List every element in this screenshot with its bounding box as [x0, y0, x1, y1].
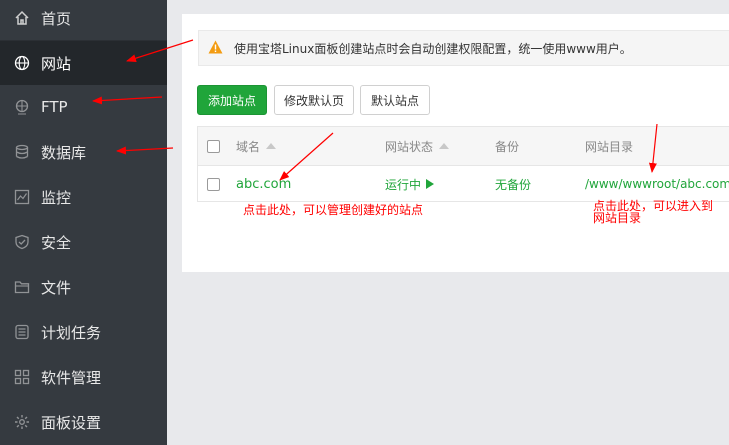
shield-icon [13, 233, 31, 251]
gear-icon [13, 413, 31, 431]
site-table: 域名 网站状态 备份 网站目录 abc.com 运行中 无备份 /www/www… [197, 126, 729, 202]
folder-icon [13, 278, 31, 296]
site-domain-link[interactable]: abc.com [236, 165, 291, 203]
sort-asc-icon [266, 143, 277, 149]
row-checkbox[interactable] [207, 165, 220, 203]
annotation-manage-site: 点击此处，可以管理创建好的站点 [243, 203, 424, 217]
site-status-toggle[interactable]: 运行中 [385, 165, 435, 203]
edit-default-page-button[interactable]: 修改默认页 [274, 85, 354, 115]
apps-grid-icon [13, 368, 31, 386]
site-status-text: 运行中 [385, 177, 422, 192]
table-header: 域名 网站状态 备份 网站目录 [198, 127, 729, 166]
sidebar-item-settings[interactable]: 面板设置 [0, 400, 167, 444]
sidebar-item-label: 网站 [41, 54, 72, 73]
site-backup-link[interactable]: 无备份 [495, 165, 531, 203]
status-column-header[interactable]: 网站状态 [385, 127, 450, 165]
site-panel: 使用宝塔Linux面板创建站点时会自动创建权限配置，统一使用www用户。 添加站… [182, 14, 729, 272]
sidebar-item-cron[interactable]: 计划任务 [0, 310, 167, 354]
site-root-link[interactable]: /www/wwwroot/abc.com [585, 165, 729, 203]
warning-icon [208, 40, 223, 57]
sidebar-item-website[interactable]: 网站 [0, 41, 167, 85]
root-column-header: 网站目录 [585, 139, 634, 154]
sidebar-item-software[interactable]: 软件管理 [0, 355, 167, 399]
task-list-icon [13, 323, 31, 341]
status-header-label: 网站状态 [385, 139, 434, 154]
add-site-button[interactable]: 添加站点 [197, 85, 267, 115]
database-icon [13, 143, 31, 161]
sidebar-item-label: 计划任务 [41, 323, 102, 342]
select-all-checkbox[interactable] [207, 127, 220, 165]
sidebar-item-home[interactable]: 首页 [0, 0, 167, 40]
sidebar-item-ftp[interactable]: FTP [0, 85, 167, 129]
sidebar-item-files[interactable]: 文件 [0, 265, 167, 309]
monitor-chart-icon [13, 188, 31, 206]
sort-asc-icon [439, 143, 450, 149]
home-icon [13, 9, 31, 27]
table-row: abc.com 运行中 无备份 /www/wwwroot/abc.com [198, 165, 729, 203]
permission-notice: 使用宝塔Linux面板创建站点时会自动创建权限配置，统一使用www用户。 [198, 30, 729, 66]
sidebar-item-label: 软件管理 [41, 368, 102, 387]
sidebar-item-monitor[interactable]: 监控 [0, 175, 167, 219]
sidebar-item-label: 数据库 [41, 143, 87, 162]
backup-column-header: 备份 [495, 139, 520, 154]
default-site-button[interactable]: 默认站点 [360, 85, 430, 115]
sidebar-item-label: FTP [41, 98, 68, 116]
domain-header-label: 域名 [236, 139, 261, 154]
annotation-open-dir-line2: 网站目录 [593, 211, 642, 225]
sidebar: 首页 网站 FTP 数据库 监控 安全 文件 计划任务 软件管理 面板设置 [0, 0, 167, 445]
sidebar-item-label: 监控 [41, 188, 72, 207]
sidebar-item-label: 首页 [41, 9, 72, 28]
sidebar-item-label: 安全 [41, 233, 72, 252]
notice-text: 使用宝塔Linux面板创建站点时会自动创建权限配置，统一使用www用户。 [234, 41, 632, 56]
sidebar-item-label: 文件 [41, 278, 72, 297]
globe-icon [13, 54, 31, 72]
domain-column-header[interactable]: 域名 [236, 127, 277, 165]
ftp-icon [13, 98, 31, 116]
play-icon [426, 179, 435, 189]
sidebar-item-database[interactable]: 数据库 [0, 130, 167, 174]
sidebar-item-label: 面板设置 [41, 413, 102, 432]
sidebar-item-security[interactable]: 安全 [0, 220, 167, 264]
